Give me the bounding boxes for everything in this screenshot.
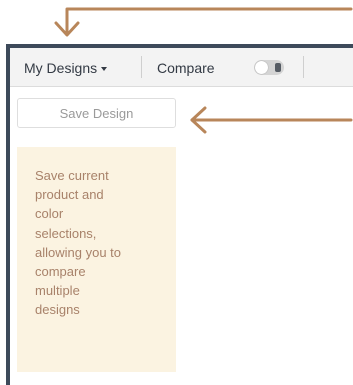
compare-label: Compare [157, 60, 215, 76]
my-designs-dropdown[interactable]: My Designs [24, 60, 108, 76]
tooltip-text: Save current product and color selection… [35, 168, 121, 318]
screenshot-stage: My Designs Compare Save Design Save curr… [0, 0, 353, 385]
caret-down-icon [101, 67, 108, 71]
sidebar: Save Design Save current product and col… [10, 87, 185, 385]
toolbar: My Designs Compare [10, 48, 353, 87]
toolbar-divider [303, 56, 304, 78]
app-window: My Designs Compare Save Design Save curr… [6, 44, 353, 385]
toolbar-divider [141, 56, 142, 78]
toggle-knob [255, 61, 268, 74]
compare-toggle[interactable] [254, 60, 284, 75]
arrow-icon [54, 7, 353, 37]
save-design-tooltip: Save current product and color selection… [17, 147, 176, 372]
toggle-switch-icon [275, 63, 281, 72]
my-designs-label: My Designs [24, 60, 98, 76]
save-design-button[interactable]: Save Design [17, 98, 176, 128]
